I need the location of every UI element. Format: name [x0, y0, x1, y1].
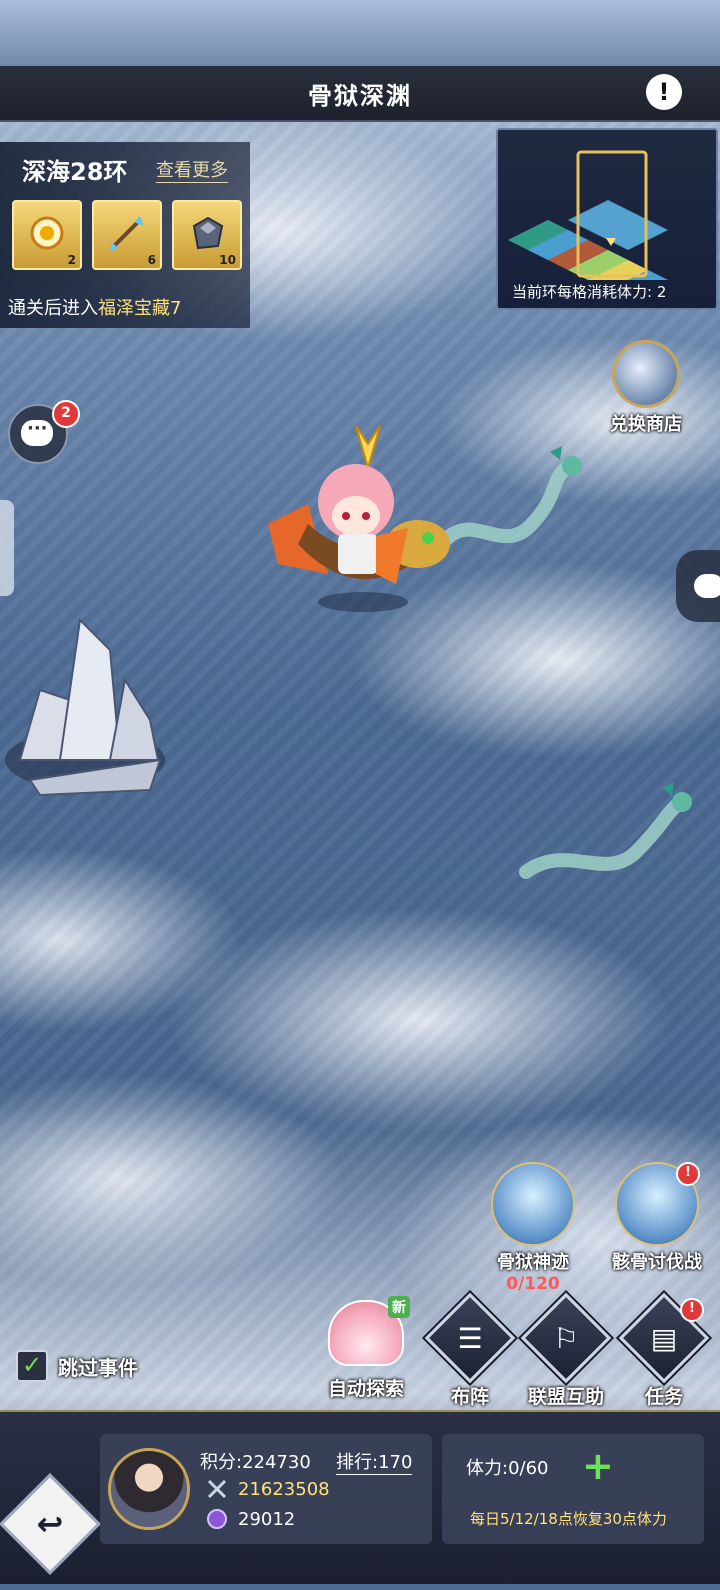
player-card[interactable]: 积分:224730 排行:170 21623508 29012	[100, 1434, 432, 1544]
alliance-icon: ⚐	[520, 1292, 612, 1384]
minimap-cost-label: 当前环每格消耗体力: 2	[512, 281, 666, 302]
minimap[interactable]: 当前环每格消耗体力: 2	[496, 128, 718, 310]
player-score: 积分:224730	[200, 1452, 311, 1473]
stamina-card: 体力:0/60 + 每日5/12/18点恢复30点体力	[442, 1434, 704, 1544]
side-chat-tab[interactable]	[676, 550, 720, 622]
sea-serpent-enemy[interactable]	[516, 782, 696, 892]
minimap-grid	[508, 150, 668, 280]
relic-icon	[491, 1162, 575, 1246]
gem-count-value: 29012	[238, 1508, 296, 1530]
shop-icon	[612, 340, 680, 408]
skip-label: 跳过事件	[58, 1355, 138, 1380]
chat-bubble-icon	[694, 574, 720, 598]
reward-item[interactable]: 10	[172, 200, 242, 270]
arrow-icon	[110, 216, 144, 252]
chat-button[interactable]: 2	[8, 400, 80, 464]
unlock-text: 通关后进入福泽宝藏7	[8, 294, 181, 320]
top-bar: 骨狱深渊 !	[0, 66, 720, 122]
battle-label: 骸骨讨伐战	[612, 1252, 702, 1273]
sky-backdrop	[0, 0, 720, 70]
formation-button[interactable]: ☰ 布阵	[424, 1292, 516, 1409]
reward-count: 2	[67, 253, 76, 267]
minimap-cost-value: 2	[656, 283, 667, 301]
left-edge-tab[interactable]	[0, 500, 14, 596]
avatar[interactable]	[108, 1448, 190, 1530]
gem-count: 29012	[206, 1508, 295, 1530]
gold-orb-icon	[30, 216, 64, 250]
exchange-shop-button[interactable]: 兑换商店	[596, 340, 696, 436]
player-character[interactable]	[268, 424, 458, 614]
battle-alert-badge: !	[676, 1162, 700, 1186]
shell-icon: 新	[328, 1296, 410, 1366]
chat-icon	[21, 418, 53, 446]
ore-icon	[192, 216, 224, 250]
alliance-help-button[interactable]: ⚐ 联盟互助	[520, 1292, 612, 1409]
minimap-label-text: 当前环每格消耗体力:	[512, 283, 653, 301]
tasks-button[interactable]: ▤ 任务 !	[618, 1292, 710, 1409]
shop-label: 兑换商店	[610, 414, 682, 435]
reward-item[interactable]: 6	[92, 200, 162, 270]
unlock-prefix: 通关后进入	[8, 298, 98, 319]
relic-label: 骨狱神迹	[497, 1252, 569, 1273]
bone-relic-button[interactable]: 骨狱神迹 0/120	[478, 1162, 588, 1294]
tasks-label: 任务	[644, 1386, 683, 1408]
reward-list: 2 6 10	[12, 200, 242, 270]
bottom-bar: ↩ 积分:224730 排行:170 21623508 29012 体力:0/6…	[0, 1410, 720, 1584]
unlock-target: 福泽宝藏7	[98, 298, 182, 319]
combat-power-value: 21623508	[238, 1478, 330, 1500]
auto-explore-label: 自动探索	[327, 1378, 404, 1400]
alliance-label: 联盟互助	[527, 1386, 604, 1408]
view-more-link[interactable]: 查看更多	[156, 156, 228, 183]
reward-count: 10	[219, 253, 236, 267]
formation-icon: ☰	[424, 1292, 516, 1384]
reward-item[interactable]: 2	[12, 200, 82, 270]
skip-checkbox[interactable]: ✓	[16, 1350, 48, 1382]
stamina-regen-text: 每日5/12/18点恢复30点体力	[470, 1510, 667, 1528]
crossed-swords-icon	[207, 1479, 227, 1499]
stage-name: 深海28环	[22, 158, 128, 186]
reward-count: 6	[147, 253, 156, 267]
rock-formation[interactable]	[0, 610, 170, 800]
new-tag: 新	[388, 1296, 410, 1318]
player-rank[interactable]: 排行:170	[336, 1448, 413, 1475]
back-arrow-icon: ↩	[36, 1505, 64, 1543]
purple-orb-icon	[207, 1509, 227, 1529]
auto-explore-button[interactable]: 新 自动探索	[320, 1296, 412, 1401]
back-button[interactable]: ↩	[0, 1473, 101, 1575]
relic-progress: 0/120	[506, 1274, 560, 1294]
stage-panel: 深海28环 查看更多 2 6 10 通关后进入福泽宝藏7	[0, 142, 250, 328]
skeleton-battle-button[interactable]: 骸骨讨伐战 !	[602, 1162, 712, 1274]
chat-badge: 2	[52, 400, 80, 428]
stamina-value: 体力:0/60	[466, 1458, 549, 1479]
combat-power: 21623508	[206, 1478, 330, 1500]
page-title: 骨狱深渊	[308, 82, 412, 110]
info-icon[interactable]: !	[646, 74, 682, 110]
formation-label: 布阵	[450, 1386, 489, 1408]
add-stamina-button[interactable]: +	[582, 1444, 614, 1488]
skip-event-toggle[interactable]: ✓ 跳过事件	[16, 1350, 138, 1382]
tasks-alert-badge: !	[680, 1298, 704, 1322]
